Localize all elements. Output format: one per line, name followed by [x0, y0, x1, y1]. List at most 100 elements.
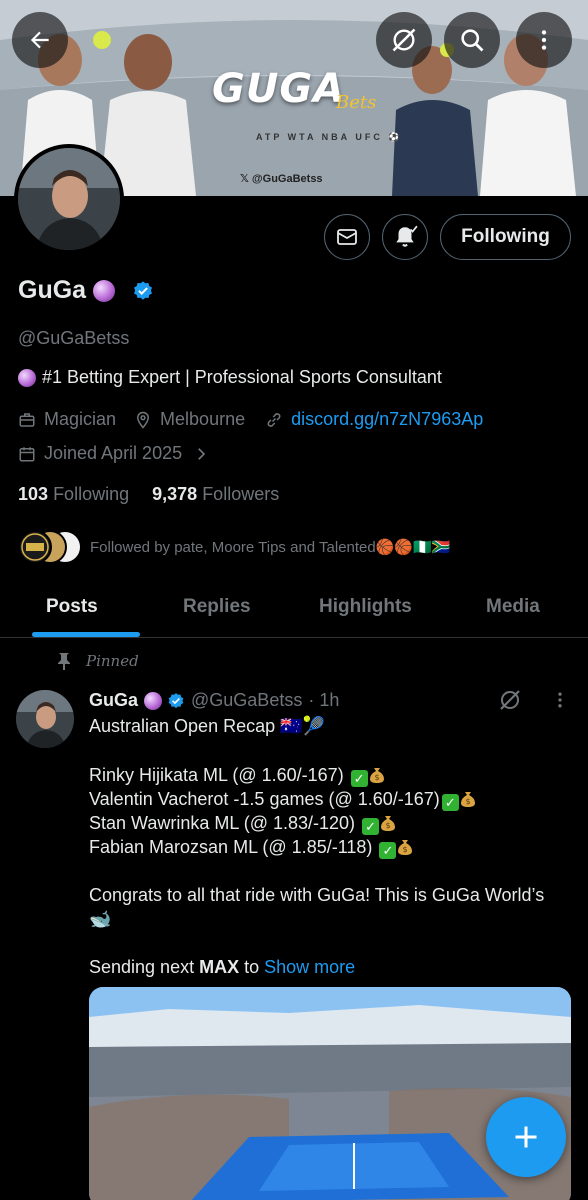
banner-league-logos: ATP WTA NBA UFC ⚽ [256, 132, 403, 142]
post-author-avatar[interactable] [16, 690, 74, 748]
money-bag-icon: $ [369, 768, 384, 783]
profile-handle: @GuGaBetss [18, 328, 130, 348]
stadium-photo [89, 987, 571, 1200]
follow-counts: 103 Following 9,378 Followers [18, 484, 279, 505]
grok-icon [500, 690, 520, 710]
following-count-link[interactable]: 103 Following [18, 484, 129, 504]
banner-x-handle: 𝕏 @GuGaBetss [240, 173, 323, 185]
crystal-ball-icon [144, 691, 163, 710]
bet-text: Rinky Hijikata ML (@ 1.60/-167) [89, 765, 344, 785]
post-author-name[interactable]: GuGa [89, 690, 138, 711]
location-pin-icon [134, 411, 152, 429]
profile-location: Melbourne [160, 409, 246, 429]
plus-icon [515, 1126, 537, 1148]
check-mark-icon: ✓ [362, 818, 380, 835]
tab-posts[interactable]: Posts [46, 596, 98, 618]
pin-icon [58, 653, 70, 670]
money-bag-icon: $ [460, 792, 475, 807]
check-mark-icon: ✓ [379, 842, 397, 859]
profile-bio: #1 Betting Expert | Professional Sports … [18, 367, 442, 388]
post-timestamp[interactable]: · 1h [308, 690, 339, 711]
profile-meta-row: Magician Melbourne discord.gg/n7zN7963Ap [18, 409, 483, 430]
svg-text:$: $ [374, 773, 379, 782]
post-more-button[interactable] [550, 690, 570, 715]
profile-website-link[interactable]: discord.gg/n7zN7963Ap [291, 409, 483, 430]
post-media-image[interactable] [89, 987, 571, 1200]
avatar-photo [18, 148, 120, 250]
pinned-label: Pinned [86, 652, 139, 670]
followed-by-text: Followed by pate, Moore Tips and Talente… [90, 539, 451, 556]
banner-brand-text: GUGA [212, 66, 346, 112]
profile-occupation: Magician [44, 409, 117, 429]
sending-prefix: Sending next [89, 957, 200, 977]
post-author-handle[interactable]: @GuGaBetss [191, 690, 302, 711]
money-bag-icon: $ [398, 840, 413, 855]
tab-highlights[interactable]: Highlights [319, 596, 412, 618]
more-vertical-icon [558, 692, 562, 708]
bet-text: Valentin Vacherot -1.5 games (@ 1.60/-16… [89, 789, 440, 809]
post-bet-line: Stan Wawrinka ML (@ 1.83/-120) ✓ $ [89, 813, 396, 835]
bet-text: Stan Wawrinka ML (@ 1.83/-120) [89, 813, 356, 833]
grok-button[interactable] [376, 12, 432, 68]
crystal-ball-icon [93, 280, 116, 303]
svg-text:$: $ [403, 845, 408, 854]
show-more-link[interactable]: Show more [264, 957, 355, 977]
pinned-indicator: Pinned [56, 652, 139, 670]
followers-count: 9,378 [152, 484, 198, 504]
post-congrats-text: Congrats to all that ride with GuGa! Thi… [89, 885, 545, 905]
profile-avatar[interactable] [14, 144, 124, 254]
post-bet-line: Rinky Hijikata ML (@ 1.60/-167) ✓ $ [89, 765, 385, 787]
more-options-button[interactable] [516, 12, 572, 68]
verified-badge-icon [134, 281, 152, 300]
whale-emoji: 🐋 [89, 909, 112, 929]
arrow-left-icon [30, 31, 49, 49]
sending-bold: MAX [199, 957, 240, 977]
bio-text: #1 Betting Expert | Professional Sports … [42, 367, 442, 387]
tab-media[interactable]: Media [486, 596, 540, 618]
calendar-icon [18, 445, 36, 463]
money-bag-icon: $ [381, 816, 396, 831]
following-button[interactable]: Following [440, 214, 571, 260]
banner-brand-sub: Bets [336, 92, 377, 113]
more-vertical-icon [541, 30, 547, 50]
profile-joined-row[interactable]: Joined April 2025 [18, 443, 218, 464]
following-label: Following [53, 484, 130, 504]
followed-by-row[interactable]: Followed by pate, Moore Tips and Talente… [18, 530, 450, 564]
verified-badge-icon [168, 692, 184, 708]
profile-joined-date: Joined April 2025 [44, 443, 183, 463]
tab-replies[interactable]: Replies [183, 596, 251, 618]
followers-label: Followers [202, 484, 280, 504]
profile-tabs: Posts Replies Highlights Media [0, 580, 588, 638]
briefcase-icon [18, 411, 36, 429]
post-grok-button[interactable] [498, 688, 522, 717]
svg-text:$: $ [465, 797, 470, 806]
post-title: Australian Open Recap 🇦🇺🎾 [89, 716, 325, 736]
check-mark-icon: ✓ [441, 794, 459, 811]
verified-badge[interactable] [132, 280, 154, 307]
compose-post-button[interactable] [486, 1097, 566, 1177]
svg-text:$: $ [386, 821, 391, 830]
crystal-ball-icon [18, 369, 36, 388]
chevron-right-icon [192, 445, 210, 463]
post-header: GuGa @GuGaBetss · 1h [89, 690, 339, 711]
profile-name-text: GuGa [18, 276, 87, 304]
link-icon [265, 411, 283, 429]
sending-suffix: to [239, 957, 265, 977]
post-bet-line: Fabian Marozsan ML (@ 1.85/-118) ✓ $ [89, 837, 413, 859]
search-icon [461, 29, 484, 52]
post-bet-line: Valentin Vacherot -1.5 games (@ 1.60/-16… [89, 789, 476, 811]
post-sending-line: Sending next MAX to Show more [89, 957, 355, 978]
check-mark-icon: ✓ [350, 770, 368, 787]
followers-count-link[interactable]: 9,378 Followers [152, 484, 279, 504]
following-count: 103 [18, 484, 49, 504]
avatar [18, 530, 52, 564]
search-button[interactable] [444, 12, 500, 68]
envelope-icon [337, 229, 357, 245]
bell-check-icon [396, 225, 418, 247]
bet-text: Fabian Marozsan ML (@ 1.85/-118) [89, 837, 373, 857]
message-button[interactable] [324, 214, 370, 260]
profile-name: GuGa [18, 276, 116, 305]
notifications-button[interactable] [382, 214, 428, 260]
back-button[interactable] [12, 12, 68, 68]
avatar-photo [16, 690, 74, 748]
